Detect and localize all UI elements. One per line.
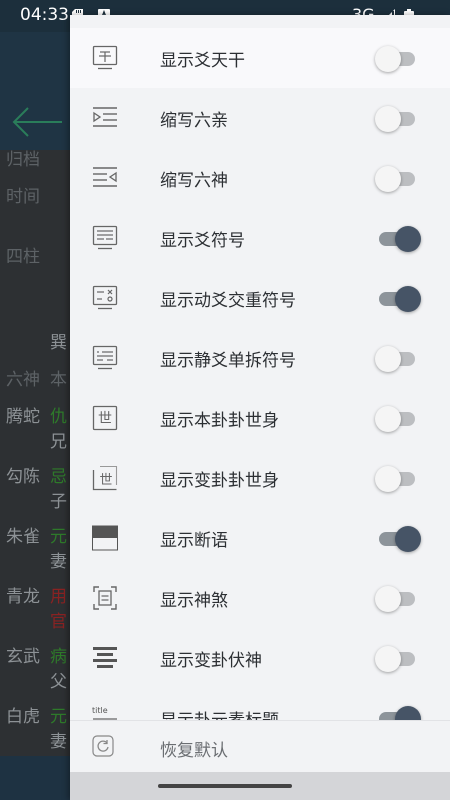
row-top: 仇 [50,407,67,427]
tiangan-icon [92,45,118,70]
row-role: 朱雀 [6,527,40,547]
toggle-switch[interactable] [375,466,419,492]
toggle-switch[interactable] [375,106,419,132]
label-time: 时间 [6,187,40,207]
title-text-icon: title [92,706,117,720]
setting-show-biangua-fushen[interactable]: 显示变卦伏神 [70,628,450,688]
monitor-dash-icon [92,345,118,370]
toggle-switch[interactable] [375,586,419,612]
row-role: 玄武 [6,647,40,667]
row-bottom: 妻 [50,552,67,572]
monitor-cross-icon [92,285,118,310]
row-role: 勾陈 [6,467,40,487]
label-guidang: 归档 [6,150,40,170]
toggle-switch[interactable] [375,46,419,72]
title-tag: title [92,706,108,715]
setting-show-shensha[interactable]: 显示神煞 [70,568,450,628]
restore-icon [92,735,114,757]
row-bottom: 妻 [50,732,67,752]
setting-show-biangua-shishen[interactable]: 世 显示变卦卦世身 [70,448,450,508]
align-center-icon [93,647,117,668]
setting-show-yao-tiangan[interactable]: 显示爻天干 [70,28,450,88]
setting-abbrev-liuqin[interactable]: 缩写六亲 [70,88,450,148]
row-top: 元 [50,527,67,547]
settings-list[interactable]: 显示爻天干 缩写六亲 缩写六神 显示爻符号 显示动爻交重符号 显示静爻单拆符号 … [70,28,450,720]
shi-char: 世 [98,411,112,427]
column-header-role: 六神 [6,370,40,390]
header-block-icon [92,525,118,551]
setting-show-static-yao-symbol[interactable]: 显示静爻单拆符号 [70,328,450,388]
shi-corner-icon: 世 [92,465,118,491]
toggle-switch[interactable] [375,706,421,720]
setting-show-gua-element-title[interactable]: title 显示卦元素标题 [70,688,450,720]
bracket-frame-icon [93,586,117,610]
label-sizhu: 四柱 [6,247,40,267]
settings-drawer: 显示爻天干 缩写六亲 缩写六神 显示爻符号 显示动爻交重符号 显示静爻单拆符号 … [70,15,450,800]
setting-label: 缩写六神 [160,171,228,191]
setting-label: 缩写六亲 [160,111,228,131]
setting-label: 显示变卦伏神 [160,651,262,671]
restore-default-button[interactable]: 恢复默认 [70,720,450,773]
row-bottom: 官 [50,612,67,632]
row-role: 青龙 [6,587,40,607]
row-role: 腾蛇 [6,407,40,427]
setting-label: 显示断语 [160,531,228,551]
toggle-switch[interactable] [375,346,419,372]
indent-left-icon [93,167,117,187]
indent-right-icon [93,107,117,127]
setting-show-bengua-shishen[interactable]: 世 显示本卦卦世身 [70,388,450,448]
toggle-switch[interactable] [375,226,421,252]
setting-label: 显示本卦卦世身 [160,411,279,431]
toggle-switch[interactable] [375,166,419,192]
shi-box-icon: 世 [92,405,118,431]
row-top: 元 [50,707,67,727]
toggle-switch[interactable] [375,286,421,312]
gua-name: 巽 [50,333,67,353]
toggle-switch[interactable] [375,526,421,552]
row-bottom: 父 [50,672,67,692]
setting-show-moving-yao-symbol[interactable]: 显示动爻交重符号 [70,268,450,328]
setting-show-yao-symbol[interactable]: 显示爻符号 [70,208,450,268]
gesture-nav-bar [70,772,450,800]
setting-abbrev-liushen[interactable]: 缩写六神 [70,148,450,208]
setting-label: 显示爻天干 [160,51,245,71]
toggle-switch[interactable] [375,406,419,432]
toggle-switch[interactable] [375,646,419,672]
home-handle[interactable] [158,784,292,788]
row-role: 白虎 [6,707,40,727]
setting-show-duanyu[interactable]: 显示断语 [70,508,450,568]
setting-label: 显示卦元素标题 [160,706,279,720]
row-bottom: 兄 [50,432,67,452]
restore-label: 恢复默认 [160,741,228,761]
setting-label: 显示静爻单拆符号 [160,351,296,371]
row-top: 忌 [50,467,67,487]
setting-label: 显示动爻交重符号 [160,291,296,311]
setting-label: 显示变卦卦世身 [160,471,279,491]
row-top: 病 [50,647,67,667]
setting-label: 显示神煞 [160,591,228,611]
shi-char: 世 [99,473,112,488]
back-arrow-icon[interactable] [10,102,64,142]
setting-label: 显示爻符号 [160,231,245,251]
row-bottom: 子 [50,492,67,512]
column-header-value: 本 [50,370,67,390]
monitor-lines-icon [92,225,118,250]
row-top: 用 [50,587,67,607]
status-time: 04:33 [20,5,69,25]
